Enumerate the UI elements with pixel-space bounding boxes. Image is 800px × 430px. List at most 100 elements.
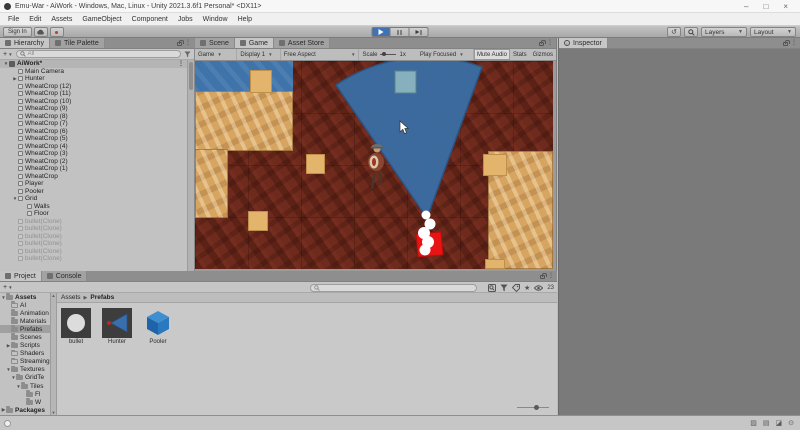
folder-assets[interactable]: ▼Assets bbox=[0, 293, 50, 301]
hierarchy-item-floor[interactable]: Floor bbox=[0, 210, 187, 218]
hierarchy-item-wheatcrop-9[interactable]: WheatCrop (9) bbox=[0, 105, 187, 113]
filter-icon[interactable] bbox=[184, 51, 191, 58]
scale-slider[interactable] bbox=[380, 54, 396, 55]
hierarchy-item-pooler[interactable]: Pooler bbox=[0, 188, 187, 196]
folder-fl[interactable]: Fl bbox=[0, 390, 50, 398]
folder-packages[interactable]: ▶Packages bbox=[0, 406, 50, 414]
hierarchy-item-grid[interactable]: ▼Grid bbox=[0, 195, 187, 203]
slider-knob-icon[interactable] bbox=[382, 52, 386, 56]
play-button[interactable] bbox=[372, 27, 391, 37]
create-object-button[interactable]: +▼ bbox=[3, 51, 13, 58]
project-tab-console[interactable]: Console bbox=[42, 271, 88, 281]
breadcrumb-assets[interactable]: Assets bbox=[61, 294, 81, 301]
folder-animation[interactable]: Animation bbox=[0, 309, 50, 317]
status-indicator-icon[interactable]: ◪ bbox=[776, 419, 783, 427]
sign-in-button[interactable]: Sign In bbox=[3, 27, 32, 37]
lock-icon[interactable] bbox=[540, 275, 545, 279]
hierarchy-item-wheatcrop-11[interactable]: WheatCrop (11) bbox=[0, 90, 187, 98]
layout-dropdown[interactable]: Layout▼ bbox=[750, 27, 796, 37]
menu-component[interactable]: Component bbox=[127, 16, 173, 23]
folder-streaming[interactable]: Streaming bbox=[0, 358, 50, 366]
pause-button[interactable] bbox=[391, 27, 410, 37]
hierarchy-tab-tile-palette[interactable]: Tile Palette bbox=[50, 38, 105, 48]
panel-menu-icon[interactable]: ⋮ bbox=[548, 273, 554, 279]
hierarchy-item-wheatcrop-8[interactable]: WheatCrop (8) bbox=[0, 113, 187, 121]
open-search-window-icon[interactable] bbox=[488, 284, 496, 292]
menu-assets[interactable]: Assets bbox=[46, 16, 77, 23]
thumbnail-size-slider[interactable] bbox=[517, 405, 549, 410]
menu-window[interactable]: Window bbox=[198, 16, 233, 23]
folder-scenes[interactable]: Scenes bbox=[0, 333, 50, 341]
hierarchy-item-bullet-clone[interactable]: bullet(Clone) bbox=[0, 255, 187, 263]
menu-edit[interactable]: Edit bbox=[24, 16, 46, 23]
hierarchy-item-walls[interactable]: Walls bbox=[0, 203, 187, 211]
console-message-icon[interactable] bbox=[4, 420, 11, 427]
hierarchy-item-bullet-clone[interactable]: bullet(Clone) bbox=[0, 218, 187, 226]
breadcrumb-prefabs[interactable]: Prefabs bbox=[90, 294, 114, 301]
status-indicator-icon[interactable]: ⊙ bbox=[788, 419, 794, 427]
status-indicator-icon[interactable]: ▤ bbox=[763, 419, 770, 427]
lock-icon[interactable] bbox=[783, 42, 788, 46]
panel-menu-icon[interactable]: ⋮ bbox=[791, 40, 797, 46]
hierarchy-item-wheatcrop-10[interactable]: WheatCrop (10) bbox=[0, 98, 187, 106]
hierarchy-scrollbar[interactable] bbox=[187, 60, 194, 271]
aspect-ratio-dropdown[interactable]: Free Aspect▼ bbox=[281, 49, 360, 60]
search-by-type-icon[interactable] bbox=[500, 284, 508, 292]
folder-shaders[interactable]: Shaders bbox=[0, 350, 50, 358]
mute-audio-toggle[interactable]: Mute Audio bbox=[474, 49, 510, 60]
folder-textures[interactable]: ▼Textures bbox=[0, 366, 50, 374]
status-indicator-icon[interactable]: ▨ bbox=[750, 419, 757, 427]
asset-bullet[interactable]: bullet bbox=[59, 308, 93, 410]
hierarchy-item-wheatcrop[interactable]: WheatCrop bbox=[0, 173, 187, 181]
scene-options-icon[interactable]: ⋮ bbox=[178, 61, 184, 67]
folder-scripts[interactable]: ▶Scripts bbox=[0, 342, 50, 350]
slider-knob-icon[interactable] bbox=[534, 405, 539, 410]
hierarchy-item-wheatcrop-3[interactable]: WheatCrop (3) bbox=[0, 150, 187, 158]
menu-gameobject[interactable]: GameObject bbox=[77, 16, 126, 23]
stats-toggle[interactable]: Stats bbox=[510, 49, 530, 60]
folder-prefabs[interactable]: Prefabs bbox=[0, 325, 50, 333]
gizmos-dropdown[interactable]: Gizmos bbox=[530, 49, 556, 60]
create-asset-button[interactable]: +▼ bbox=[3, 284, 13, 291]
maximize-button[interactable]: □ bbox=[763, 0, 768, 13]
search-button[interactable] bbox=[684, 27, 698, 37]
hierarchy-item-aiwork[interactable]: ▼AiWork*⋮ bbox=[0, 60, 187, 68]
scrollbar-thumb[interactable] bbox=[189, 62, 193, 90]
close-button[interactable]: × bbox=[783, 0, 788, 13]
undo-history-button[interactable]: ↺ bbox=[667, 27, 681, 37]
display-target-dropdown[interactable]: Game▼ bbox=[195, 49, 237, 60]
asset-pooler[interactable]: Pooler bbox=[141, 308, 175, 410]
asset-hunter[interactable]: Hunter bbox=[100, 308, 134, 410]
play-focused-dropdown[interactable]: Play Focused▼ bbox=[417, 49, 474, 60]
project-tree-scrollbar[interactable]: ▲ ▼ bbox=[50, 293, 57, 415]
folder-w[interactable]: W bbox=[0, 398, 50, 406]
hierarchy-item-wheatcrop-12[interactable]: WheatCrop (12) bbox=[0, 83, 187, 91]
menu-help[interactable]: Help bbox=[233, 16, 257, 23]
game-viewport[interactable] bbox=[195, 61, 553, 269]
hierarchy-item-wheatcrop-4[interactable]: WheatCrop (4) bbox=[0, 143, 187, 151]
menu-file[interactable]: File bbox=[3, 16, 24, 23]
cloud-button[interactable] bbox=[34, 27, 48, 37]
hidden-count-eye-icon[interactable] bbox=[534, 285, 543, 291]
layers-dropdown[interactable]: Layers▼ bbox=[701, 27, 747, 37]
hierarchy-item-bullet-clone[interactable]: bullet(Clone) bbox=[0, 233, 187, 241]
game-tab-asset-store[interactable]: Asset Store bbox=[274, 38, 330, 48]
display-dropdown[interactable]: Display 1▼ bbox=[237, 49, 280, 60]
project-tab-project[interactable]: Project bbox=[0, 271, 42, 281]
game-tab-game[interactable]: Game bbox=[235, 38, 274, 48]
hierarchy-item-wheatcrop-7[interactable]: WheatCrop (7) bbox=[0, 120, 187, 128]
tab-inspector[interactable]: i Inspector bbox=[559, 38, 608, 48]
minimize-button[interactable]: – bbox=[744, 0, 748, 13]
game-tab-scene[interactable]: Scene bbox=[195, 38, 235, 48]
collab-button[interactable] bbox=[50, 27, 64, 37]
menu-jobs[interactable]: Jobs bbox=[173, 16, 198, 23]
hierarchy-item-bullet-clone[interactable]: bullet(Clone) bbox=[0, 225, 187, 233]
lock-icon[interactable] bbox=[177, 42, 182, 46]
hierarchy-item-wheatcrop-5[interactable]: WheatCrop (5) bbox=[0, 135, 187, 143]
folder-tiles[interactable]: ▼Tiles bbox=[0, 382, 50, 390]
hierarchy-item-player[interactable]: Player bbox=[0, 180, 187, 188]
hierarchy-item-wheatcrop-2[interactable]: WheatCrop (2) bbox=[0, 158, 187, 166]
search-by-label-icon[interactable] bbox=[512, 284, 520, 292]
panel-menu-icon[interactable]: ⋮ bbox=[547, 40, 553, 46]
hierarchy-item-wheatcrop-6[interactable]: WheatCrop (6) bbox=[0, 128, 187, 136]
